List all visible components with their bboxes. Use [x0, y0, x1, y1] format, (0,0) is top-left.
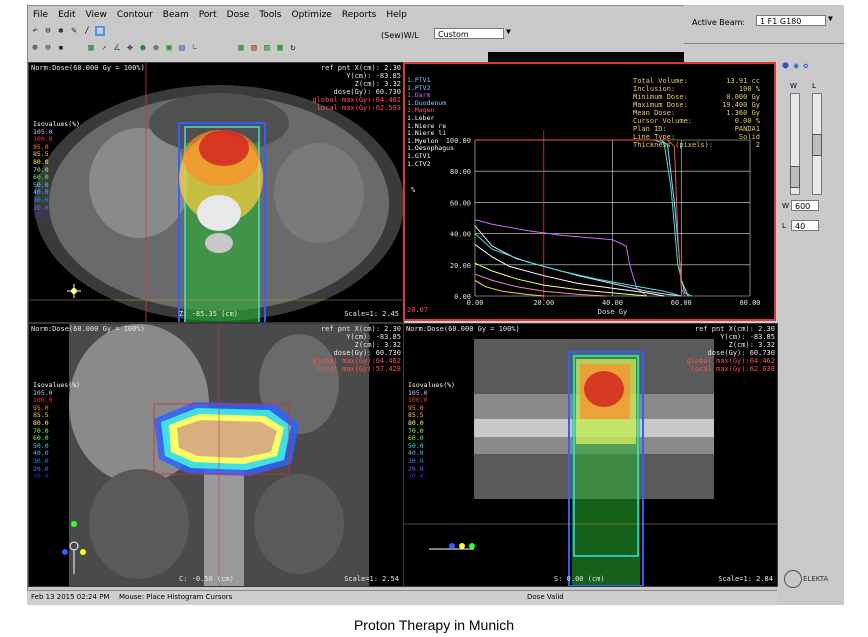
- dvh-curve-1: [475, 139, 689, 297]
- undo-icon[interactable]: ↶: [30, 26, 40, 36]
- elekta-logo-icon: [784, 570, 802, 588]
- l-slider-label: L: [812, 82, 816, 90]
- menu-item-tools[interactable]: Tools: [254, 8, 286, 24]
- y-tick-label: 60.00: [450, 199, 471, 207]
- level-slider[interactable]: [812, 93, 822, 195]
- coronal-view[interactable]: Norm:Dose(60.000 Gy = 100%) ref pnt X(cm…: [28, 323, 404, 587]
- status-datetime: Feb 13 2015 02:24 PM: [31, 593, 110, 601]
- menu-item-edit[interactable]: Edit: [53, 8, 80, 24]
- menu-bar: File Edit View Contour Beam Port Dose Tools Opti…: [28, 8, 412, 24]
- dvh-curve-2: [475, 139, 686, 297]
- isovalue-item: 10.0: [33, 472, 49, 481]
- window-level-select[interactable]: Custom: [434, 28, 504, 39]
- active-beam-select[interactable]: 1 F1 G180: [756, 15, 826, 26]
- axial-scale: Scale=1: 2.45: [344, 310, 399, 318]
- coronal-scale: Scale=1: 2.54: [344, 575, 399, 583]
- palette-icons[interactable]: ⬢ ◉ ✿: [782, 61, 808, 70]
- coronal-norm: Norm:Dose(60.000 Gy = 100%): [31, 325, 145, 333]
- menu-item-contour[interactable]: Contour: [112, 8, 158, 24]
- window-slider-thumb[interactable]: [790, 166, 800, 188]
- window-value-input[interactable]: 600: [791, 200, 819, 211]
- menu-item-view[interactable]: View: [81, 8, 112, 24]
- link-icon[interactable]: ∕: [82, 26, 92, 36]
- dvh-icon[interactable]: ∟: [190, 43, 200, 53]
- isovalue-item: 10.0: [33, 211, 49, 220]
- level-value-input[interactable]: 40: [791, 220, 819, 231]
- isovalue-item: 10.0: [408, 472, 424, 481]
- zoom-in-icon[interactable]: ⊕: [30, 43, 40, 53]
- disc-icon[interactable]: ●: [151, 43, 161, 53]
- sagittal-ref-block: ref pnt X(cm): 2.30 Y(cm): -83.85 Z(cm):…: [686, 325, 775, 373]
- export-icon[interactable]: ▨: [262, 43, 272, 53]
- axial-view[interactable]: Norm:Dose(60.000 Gy = 100%) ref pnt X(cm…: [28, 62, 404, 323]
- status-dose: Dose Valid: [527, 593, 564, 601]
- y-tick-label: 20.00: [450, 262, 471, 270]
- coronal-ref-block: ref pnt X(cm): 2.30 Y(cm): -83.85 Z(cm):…: [312, 325, 401, 373]
- x-axis-label: Dose Gy: [598, 308, 628, 316]
- layers-icon[interactable]: ▦: [236, 43, 246, 53]
- caption: Proton Therapy in Munich: [353, 617, 515, 633]
- y-tick-label: 80.00: [450, 168, 471, 176]
- x-tick-label: 60.00: [671, 299, 692, 307]
- sagittal-orientation-icon: [429, 543, 475, 550]
- divider: [684, 43, 844, 44]
- plan-icon[interactable]: ▧: [249, 43, 259, 53]
- sagittal-scale: Scale=1: 2.84: [718, 575, 773, 583]
- status-bar: Feb 13 2015 02:24 PM Mouse: Place Histog…: [27, 590, 777, 605]
- y-tick-label: 40.00: [450, 231, 471, 239]
- dvh-chart[interactable]: 0.0020.0040.0060.0080.00100.000.00 20.00 4…: [405, 64, 774, 319]
- pen-icon[interactable]: ✎: [69, 26, 79, 36]
- ring-icon[interactable]: ⊖: [43, 26, 53, 36]
- volume-icon[interactable]: ▣: [164, 43, 174, 53]
- sagittal-position: S: 0.00 (cm): [554, 575, 605, 583]
- settings-icon[interactable]: ✱: [56, 26, 66, 36]
- coronal-position: C: -0.50 (cm): [179, 575, 234, 583]
- coronal-isovalues: Isovalues(%) 105.0 100.0 95.0 85.5 80.0 70.0 6…: [33, 381, 80, 481]
- window-slider[interactable]: [790, 93, 800, 195]
- status-mouse: Mouse: Place Histogram Cursors: [119, 593, 233, 601]
- angle-icon[interactable]: ∡: [112, 43, 122, 53]
- level-slider-thumb[interactable]: [812, 134, 822, 156]
- menu-item-port[interactable]: Port: [194, 8, 222, 24]
- menu-item-reports[interactable]: Reports: [337, 8, 382, 24]
- window-level-label: (Sew)W/L: [381, 31, 419, 40]
- axial-ref-block: ref pnt X(cm): 2.30 Y(cm): -83.85 Z(cm):…: [312, 64, 401, 112]
- active-beam-label: Active Beam:: [692, 18, 746, 27]
- menu-item-beam[interactable]: Beam: [158, 8, 194, 24]
- x-tick-label: 40.00: [602, 299, 623, 307]
- orientation-icon: [67, 284, 81, 298]
- menu-item-optimize[interactable]: Optimize: [286, 8, 336, 24]
- x-tick-label: 80.00: [739, 299, 760, 307]
- dvh-curve-3: [474, 219, 648, 297]
- arrow-icon[interactable]: ↗: [99, 43, 109, 53]
- axial-position: Z: -85.35 (cm): [179, 310, 239, 318]
- contour-icon[interactable]: ▤: [177, 43, 187, 53]
- sagittal-isovalues: Isovalues(%) 105.0 100.0 95.0 85.5 80.0 70.0 6…: [408, 381, 455, 481]
- zoom-out-icon[interactable]: ⊖: [43, 43, 53, 53]
- axial-norm: Norm:Dose(60.000 Gy = 100%): [31, 64, 145, 72]
- refresh-icon[interactable]: ↻: [288, 43, 298, 53]
- toolbar-row-1: ↶ ⊖ ✱ ✎ ∕ ▥: [30, 26, 105, 40]
- brand-label: ELEKTA: [803, 575, 829, 583]
- menu-item-file[interactable]: File: [28, 8, 53, 24]
- sagittal-norm: Norm:Dose(60.000 Gy = 100%): [406, 325, 520, 333]
- report-icon[interactable]: ▩: [275, 43, 285, 53]
- chevron-down-icon[interactable]: ▼: [828, 14, 833, 23]
- w-slider-label: W: [790, 82, 797, 90]
- grid-icon[interactable]: ▥: [95, 26, 105, 36]
- move-icon[interactable]: ✥: [125, 43, 135, 53]
- chevron-down-icon[interactable]: ▼: [506, 27, 511, 36]
- axial-isovalues: Isovalues(%) 105.0 100.0 95.0 85.5 80.0 70.0 6…: [33, 120, 80, 220]
- sphere-icon[interactable]: ●: [138, 43, 148, 53]
- sagittal-view[interactable]: Norm:Dose(60.000 Gy = 100%) ref pnt X(cm…: [403, 323, 778, 587]
- beam-icon[interactable]: ▦: [86, 43, 96, 53]
- menu-item-dose[interactable]: Dose: [222, 8, 255, 24]
- x-tick-label: 0.00: [467, 299, 484, 307]
- dvh-view[interactable]: 1.PTV1 1.PTV2 1.Darm 1.Duodenum 1.Magen 1.Leb…: [403, 62, 776, 321]
- dvh-curve-0: [475, 139, 692, 297]
- menu-item-help[interactable]: Help: [381, 8, 412, 24]
- y-tick-label: 100.00: [446, 137, 471, 145]
- save-icon[interactable]: ▪: [56, 43, 66, 53]
- toolbar-row-2: ⊕ ⊖ ▪ ▦ ↗ ∡ ✥ ● ● ▣ ▤ ∟ ▦ ▧ ▨ ▩ ↻: [30, 43, 298, 57]
